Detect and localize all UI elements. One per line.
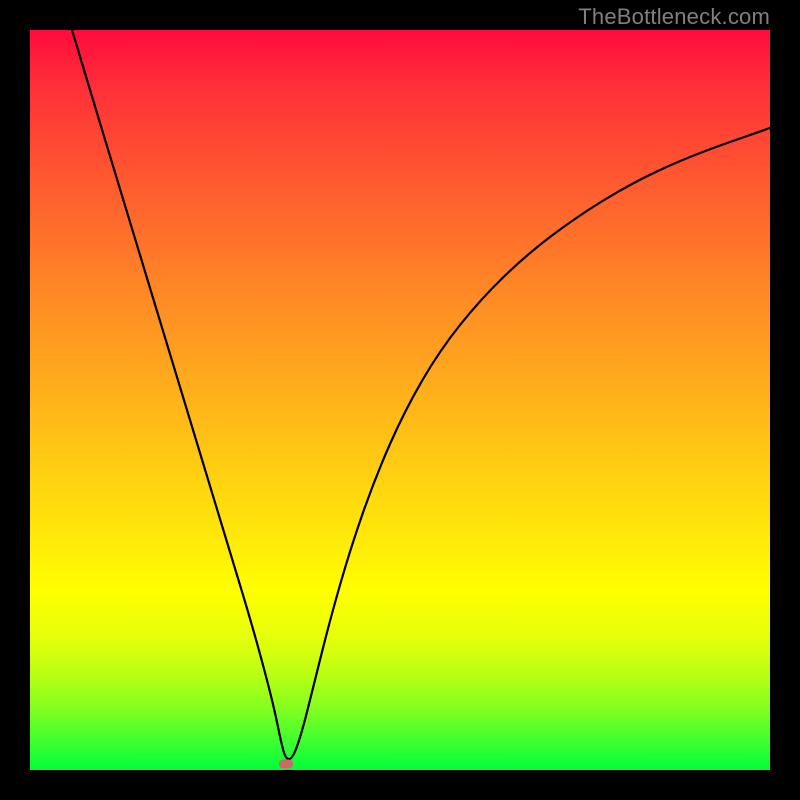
optimum-marker xyxy=(279,760,293,769)
watermark-text: TheBottleneck.com xyxy=(578,4,770,30)
bottleneck-curve xyxy=(30,30,770,770)
plot-area xyxy=(30,30,770,770)
curve-path xyxy=(72,30,770,759)
chart-frame: TheBottleneck.com xyxy=(0,0,800,800)
